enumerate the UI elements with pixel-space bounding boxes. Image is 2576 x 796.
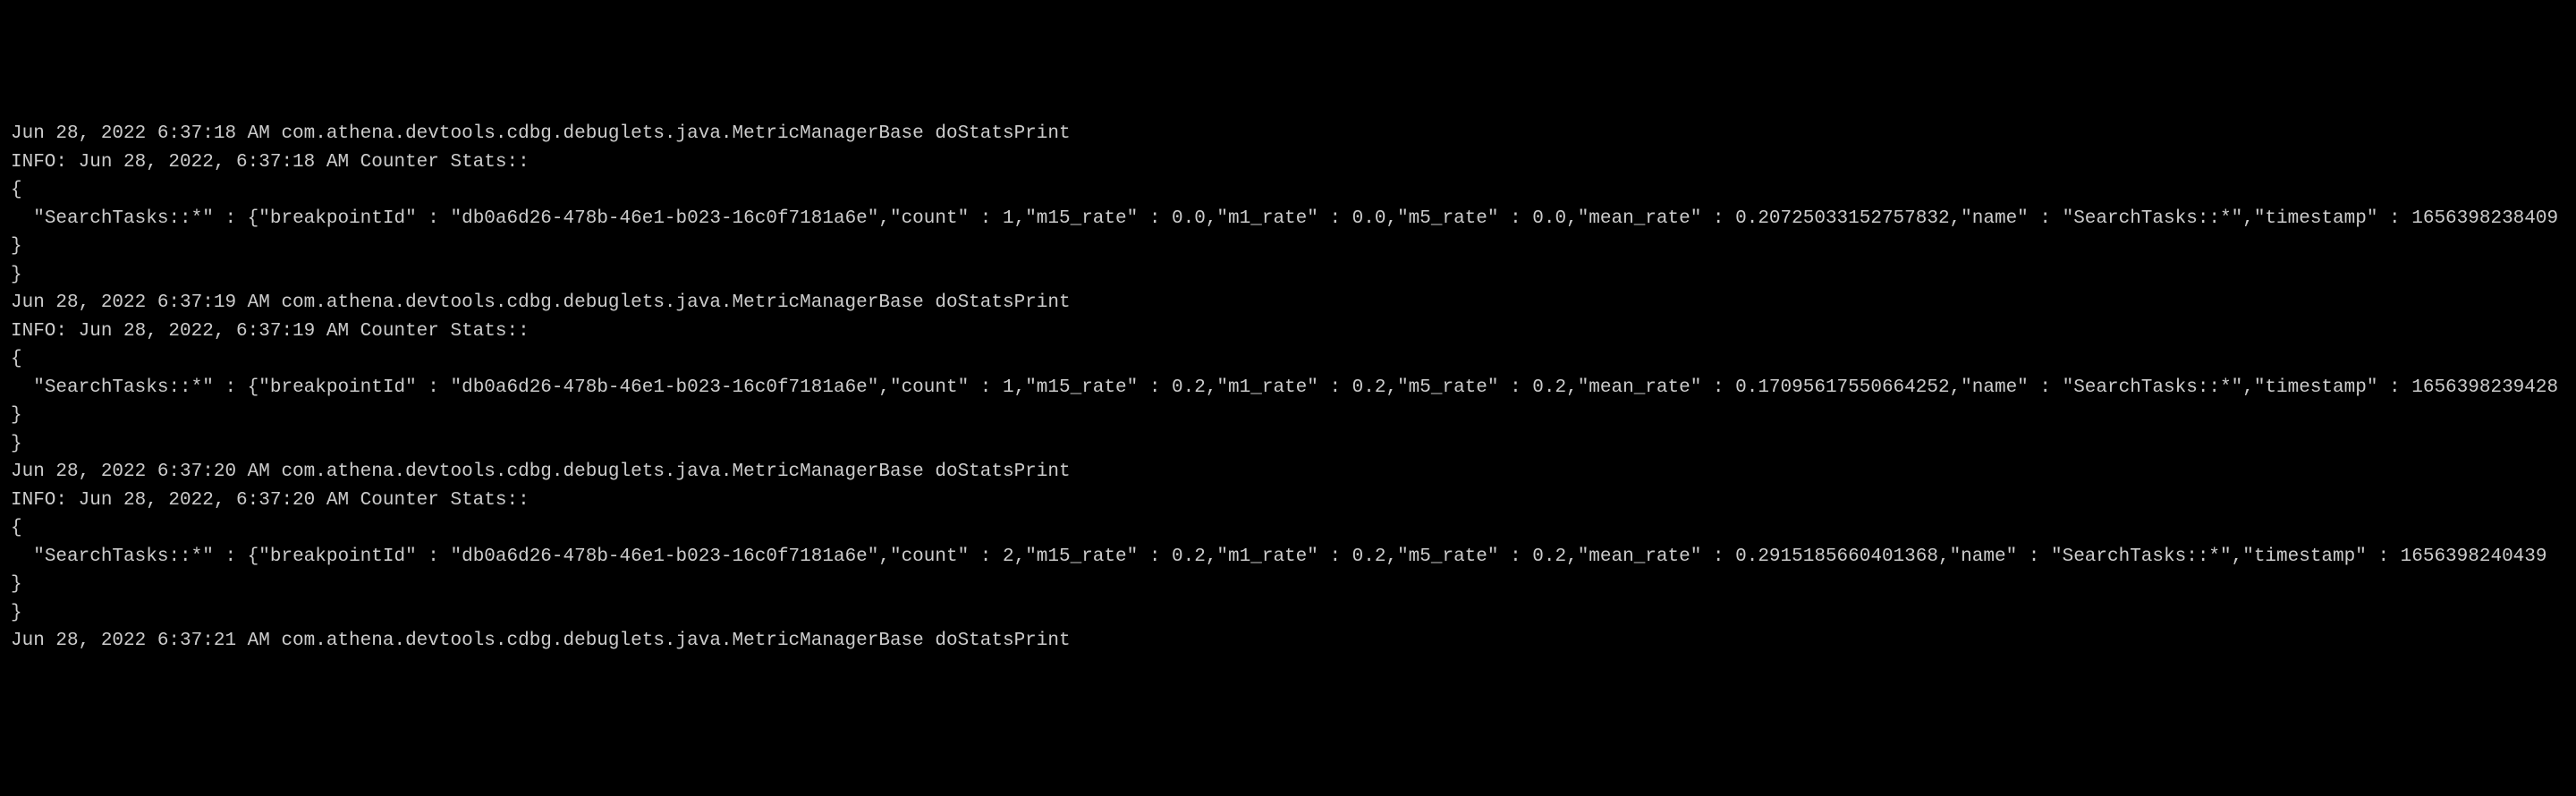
log-info: INFO: Jun 28, 2022, 6:37:20 AM Counter S… <box>11 487 2565 515</box>
log-header: Jun 28, 2022 6:37:20 AM com.athena.devto… <box>11 458 2565 487</box>
log-body: "SearchTasks::*" : {"breakpointId" : "db… <box>11 205 2565 261</box>
log-brace-open: { <box>11 176 2565 205</box>
log-body: "SearchTasks::*" : {"breakpointId" : "db… <box>11 374 2565 430</box>
log-brace-close: } <box>11 261 2565 290</box>
log-info: INFO: Jun 28, 2022, 6:37:18 AM Counter S… <box>11 148 2565 177</box>
log-header: Jun 28, 2022 6:37:18 AM com.athena.devto… <box>11 120 2565 148</box>
log-brace-close: } <box>11 430 2565 459</box>
log-header-partial: Jun 28, 2022 6:37:21 AM com.athena.devto… <box>11 627 2565 656</box>
log-body: "SearchTasks::*" : {"breakpointId" : "db… <box>11 543 2565 599</box>
log-brace-close: } <box>11 599 2565 628</box>
log-info: INFO: Jun 28, 2022, 6:37:19 AM Counter S… <box>11 318 2565 346</box>
log-brace-open: { <box>11 514 2565 543</box>
log-brace-open: { <box>11 345 2565 374</box>
log-header: Jun 28, 2022 6:37:19 AM com.athena.devto… <box>11 289 2565 318</box>
